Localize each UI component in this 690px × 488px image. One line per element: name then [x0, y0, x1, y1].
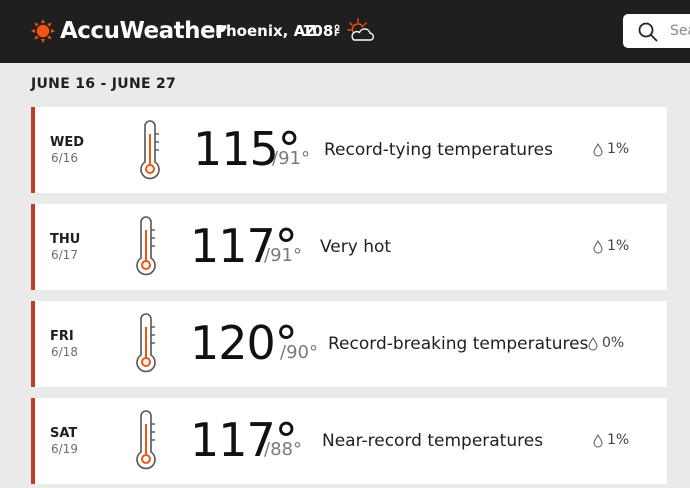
precipitation-chance: 1% [607, 432, 630, 448]
day-of-week: FRI [50, 329, 74, 344]
thermometer-icon [136, 216, 156, 276]
precipitation-drop-icon [593, 434, 603, 448]
day-of-week: SAT [50, 426, 78, 441]
top-bar: AccuWeather Phoenix, AZ 108° F Search [0, 0, 690, 63]
current-location[interactable]: Phoenix, AZ [215, 21, 316, 41]
search-icon [638, 22, 658, 42]
low-temperature: /91° [272, 148, 310, 169]
daily-forecast-card[interactable]: SAT 6/19 117° /88° Near-record temperatu… [31, 398, 667, 484]
brand-name: AccuWeather [60, 18, 226, 44]
daily-forecast-card[interactable]: WED 6/16 115° /91° Record-tying temperat… [31, 107, 667, 193]
precipitation-chance: 1% [607, 238, 630, 254]
low-temperature: /91° [264, 245, 302, 266]
temperature-unit: F [334, 29, 341, 39]
daily-forecast-card[interactable]: THU 6/17 117° /91° Very hot 1% [31, 204, 667, 290]
thermometer-icon [136, 313, 156, 373]
weather-phrase: Near-record temperatures [322, 431, 544, 451]
partly-sunny-icon [347, 18, 375, 41]
day-of-week: THU [50, 232, 81, 247]
precipitation-drop-icon [588, 337, 598, 351]
search-placeholder: Search [670, 23, 690, 39]
day-date: 6/19 [51, 442, 78, 456]
precipitation-drop-icon [593, 143, 603, 157]
weather-phrase: Record-breaking temperatures [328, 334, 589, 354]
precipitation-drop-icon [593, 240, 603, 254]
logo[interactable]: AccuWeather [31, 18, 226, 44]
day-date: 6/17 [51, 248, 78, 262]
thermometer-icon [136, 410, 156, 470]
forecast-range-label: JUNE 16 - JUNE 27 [31, 76, 177, 92]
day-of-week: WED [50, 135, 85, 150]
precipitation-chance: 0% [602, 335, 625, 351]
weather-phrase: Record-tying temperatures [324, 140, 554, 160]
low-temperature: /88° [264, 439, 302, 460]
low-temperature: /90° [280, 342, 318, 363]
weather-phrase: Very hot [320, 237, 392, 257]
sun-logo-icon [31, 19, 55, 43]
precipitation-chance: 1% [607, 141, 630, 157]
search-input[interactable]: Search [623, 14, 690, 48]
thermometer-icon [140, 120, 160, 180]
daily-forecast-card[interactable]: FRI 6/18 120° /90° Record-breaking tempe… [31, 301, 667, 387]
day-date: 6/18 [51, 345, 78, 359]
day-date: 6/16 [51, 151, 78, 165]
